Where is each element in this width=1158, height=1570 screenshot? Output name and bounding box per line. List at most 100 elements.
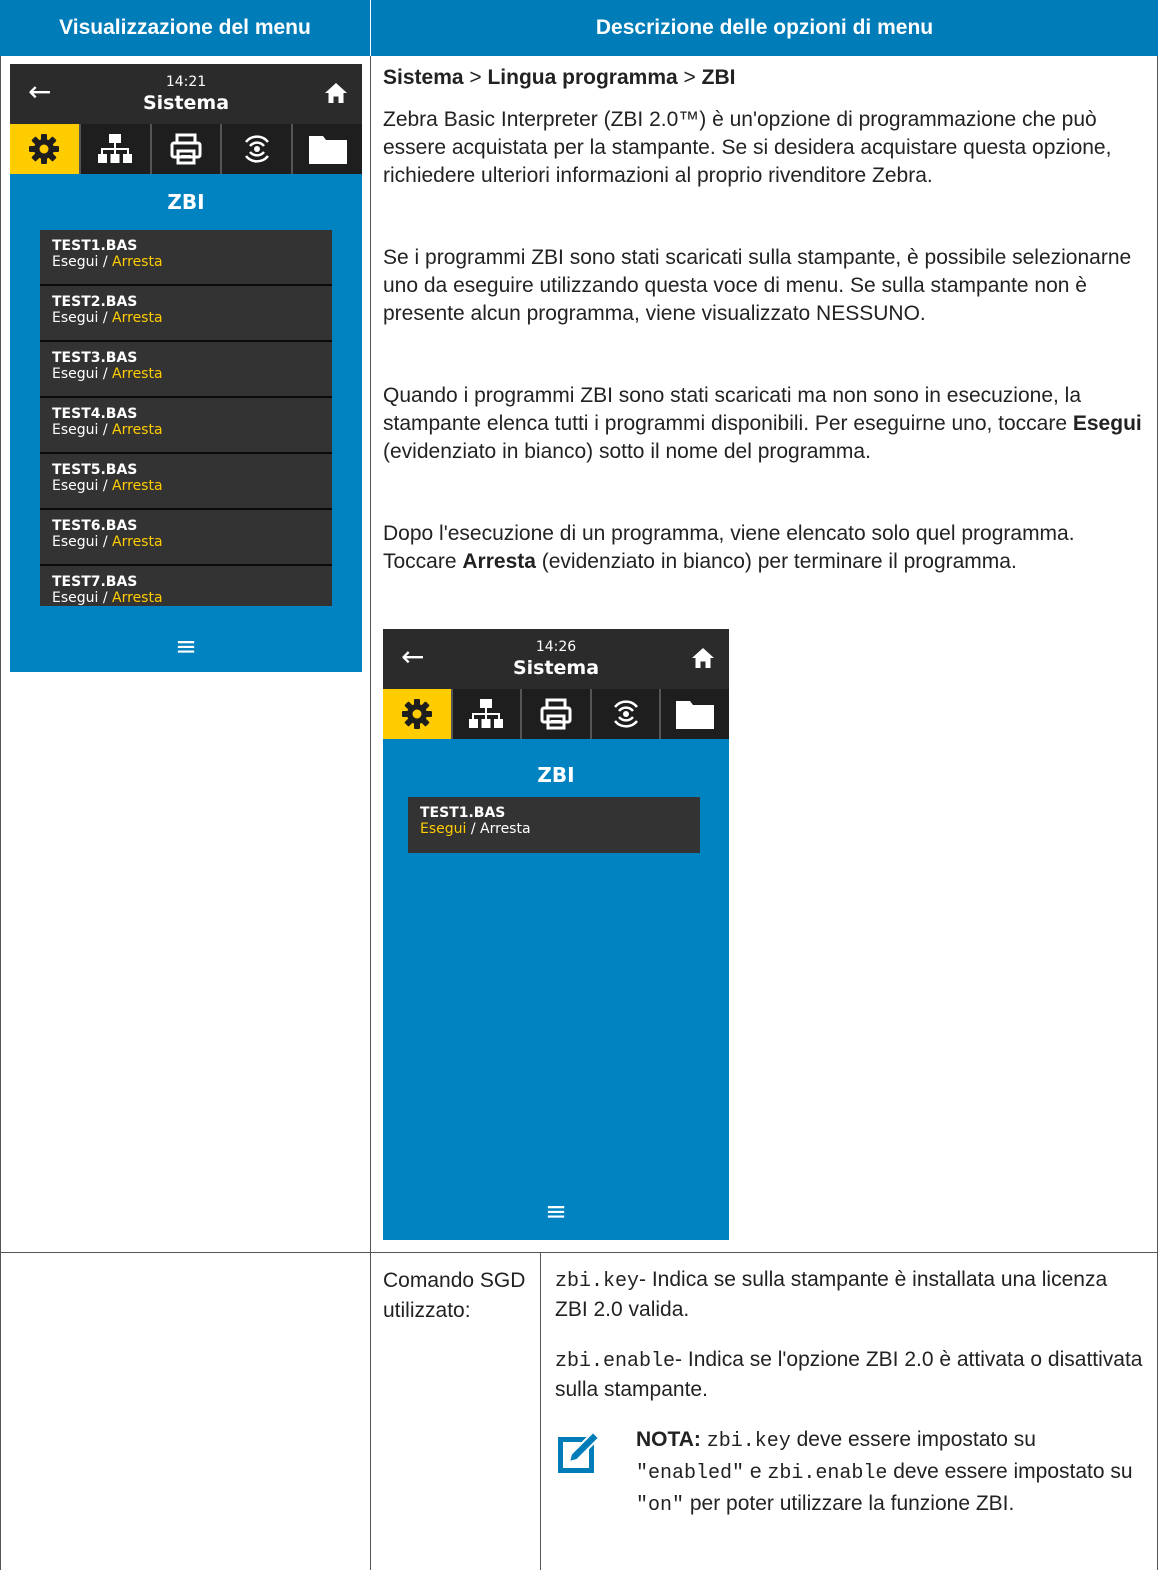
breadcrumb-separator: > xyxy=(677,66,702,89)
tab-settings[interactable] xyxy=(10,124,81,174)
home-icon[interactable] xyxy=(324,82,348,104)
run-option[interactable]: Esegui xyxy=(52,590,98,606)
sgd-command-enable: zbi.enable- Indica se l'opzione ZBI 2.0 … xyxy=(555,1346,1145,1404)
run-option[interactable]: Esegui xyxy=(52,478,98,494)
paragraph-intro: Zebra Basic Interpreter (ZBI 2.0™) è un'… xyxy=(383,108,1112,187)
hamburger-menu-icon[interactable]: ≡ xyxy=(10,632,362,662)
gear-icon xyxy=(401,699,432,729)
printer-screen-list: ← 14:21 Sistema ZBI TEST1.BAS Esegui / A… xyxy=(10,64,362,672)
column-header-menu-description: Descrizione delle opzioni di menu xyxy=(371,0,1158,56)
screen-heading: ZBI xyxy=(537,763,575,787)
run-option[interactable]: Esegui xyxy=(52,534,98,550)
code-zbi-key: zbi.key xyxy=(555,1270,640,1293)
text-run: (evidenziato in bianco) sotto il nome de… xyxy=(383,440,871,463)
stop-option[interactable]: Arresta xyxy=(112,422,163,438)
tab-print[interactable] xyxy=(522,689,592,739)
breadcrumb-item: ZBI xyxy=(701,66,736,89)
breadcrumb-item: Sistema xyxy=(383,66,464,89)
program-list: TEST1.BAS Esegui / Arresta xyxy=(408,797,700,853)
sgd-label: Comando SGD utilizzato: xyxy=(383,1269,526,1322)
tab-connection[interactable] xyxy=(222,124,294,174)
stop-option[interactable]: Arresta xyxy=(112,254,163,270)
run-option[interactable]: Esegui xyxy=(52,254,98,270)
tab-print[interactable] xyxy=(152,124,223,174)
note-code: "on" xyxy=(636,1494,685,1517)
paragraph-run: Quando i programmi ZBI sono stati scaric… xyxy=(383,382,1148,466)
stop-option[interactable]: Arresta xyxy=(480,821,531,837)
note-text-run: per poter utilizzare la funzione ZBI. xyxy=(684,1492,1015,1515)
program-name: TEST1.BAS xyxy=(52,238,138,254)
home-icon[interactable] xyxy=(691,647,715,669)
note-icon xyxy=(558,1430,601,1473)
network-icon xyxy=(469,699,504,728)
note-text-run: deve essere impostato su xyxy=(790,1428,1036,1451)
program-item[interactable]: TEST1.BAS Esegui / Arresta xyxy=(408,797,700,853)
stop-option[interactable]: Arresta xyxy=(112,478,163,494)
table-column-divider xyxy=(370,56,371,1570)
stop-option[interactable]: Arresta xyxy=(112,534,163,550)
tab-settings[interactable] xyxy=(383,689,453,739)
tab-network[interactable] xyxy=(81,124,152,174)
tab-storage[interactable] xyxy=(661,689,729,739)
stop-option[interactable]: Arresta xyxy=(112,590,163,606)
paragraph-download: Se i programmi ZBI sono stati scaricati … xyxy=(383,246,1132,325)
code-zbi-enable: zbi.enable xyxy=(555,1350,676,1373)
note-code: zbi.key xyxy=(706,1430,791,1453)
folder-icon xyxy=(308,136,347,164)
wireless-icon xyxy=(244,135,269,163)
bold-term-stop: Arresta xyxy=(462,550,536,573)
option-separator: / xyxy=(98,422,113,438)
document-page: Visualizzazione del menu Descrizione del… xyxy=(0,0,1158,1570)
program-item[interactable]: TEST2.BAS Esegui / Arresta xyxy=(40,286,332,342)
tab-connection[interactable] xyxy=(592,689,662,739)
run-option[interactable]: Esegui xyxy=(420,821,466,837)
network-icon xyxy=(98,134,133,163)
tab-storage[interactable] xyxy=(293,124,362,174)
program-name: TEST5.BAS xyxy=(52,462,138,478)
note-text-run: deve essere impostato su xyxy=(887,1460,1133,1483)
run-option[interactable]: Esegui xyxy=(52,422,98,438)
stop-option[interactable]: Arresta xyxy=(112,310,163,326)
screen-tab-bar xyxy=(10,124,362,174)
breadcrumb-separator: > xyxy=(463,66,488,89)
run-option[interactable]: Esegui xyxy=(52,366,98,382)
option-separator: / xyxy=(98,478,113,494)
run-option[interactable]: Esegui xyxy=(52,310,98,326)
program-item[interactable]: TEST4.BAS Esegui / Arresta xyxy=(40,398,332,454)
breadcrumb-item: Lingua programma xyxy=(487,66,678,89)
stop-option[interactable]: Arresta xyxy=(112,366,163,382)
program-name: TEST2.BAS xyxy=(52,294,138,310)
note-code: zbi.enable xyxy=(767,1462,888,1485)
note-text-run: e xyxy=(744,1460,768,1483)
hamburger-menu-icon[interactable]: ≡ xyxy=(383,1197,729,1227)
table-row-divider xyxy=(0,1252,1158,1253)
screen-heading: ZBI xyxy=(167,190,205,214)
note-label: NOTA: xyxy=(636,1428,701,1451)
screen-time: 14:21 xyxy=(165,74,207,90)
sgd-column-divider xyxy=(540,1252,541,1570)
text-run: Quando i programmi ZBI sono stati scaric… xyxy=(383,384,1082,435)
option-separator: / xyxy=(98,366,113,382)
text-run: (evidenziato in bianco) per terminare il… xyxy=(535,550,1017,573)
program-item[interactable]: TEST7.BAS Esegui / Arresta xyxy=(40,566,332,606)
program-item[interactable]: TEST5.BAS Esegui / Arresta xyxy=(40,454,332,510)
screen-title: Sistema xyxy=(142,92,230,114)
screen-title: Sistema xyxy=(512,657,600,679)
program-name: TEST4.BAS xyxy=(52,406,138,422)
program-item[interactable]: TEST3.BAS Esegui / Arresta xyxy=(40,342,332,398)
program-item[interactable]: TEST1.BAS Esegui / Arresta xyxy=(40,230,332,286)
program-item[interactable]: TEST6.BAS Esegui / Arresta xyxy=(40,510,332,566)
printer-icon xyxy=(540,698,572,730)
screen-time: 14:26 xyxy=(535,639,577,655)
program-list: TEST1.BAS Esegui / Arresta TEST2.BAS Esegu… xyxy=(40,230,332,606)
program-name: TEST1.BAS xyxy=(420,805,506,821)
table-border-left xyxy=(0,56,1,1570)
option-separator: / xyxy=(98,590,113,606)
screen-top-bar: ← 14:21 Sistema xyxy=(10,64,362,124)
folder-icon xyxy=(676,701,715,729)
column-header-menu-view: Visualizzazione del menu xyxy=(0,0,370,56)
tab-network[interactable] xyxy=(453,689,523,739)
screen-tab-bar xyxy=(383,689,729,739)
note-code: "enabled" xyxy=(636,1462,745,1485)
gear-icon xyxy=(29,134,60,164)
